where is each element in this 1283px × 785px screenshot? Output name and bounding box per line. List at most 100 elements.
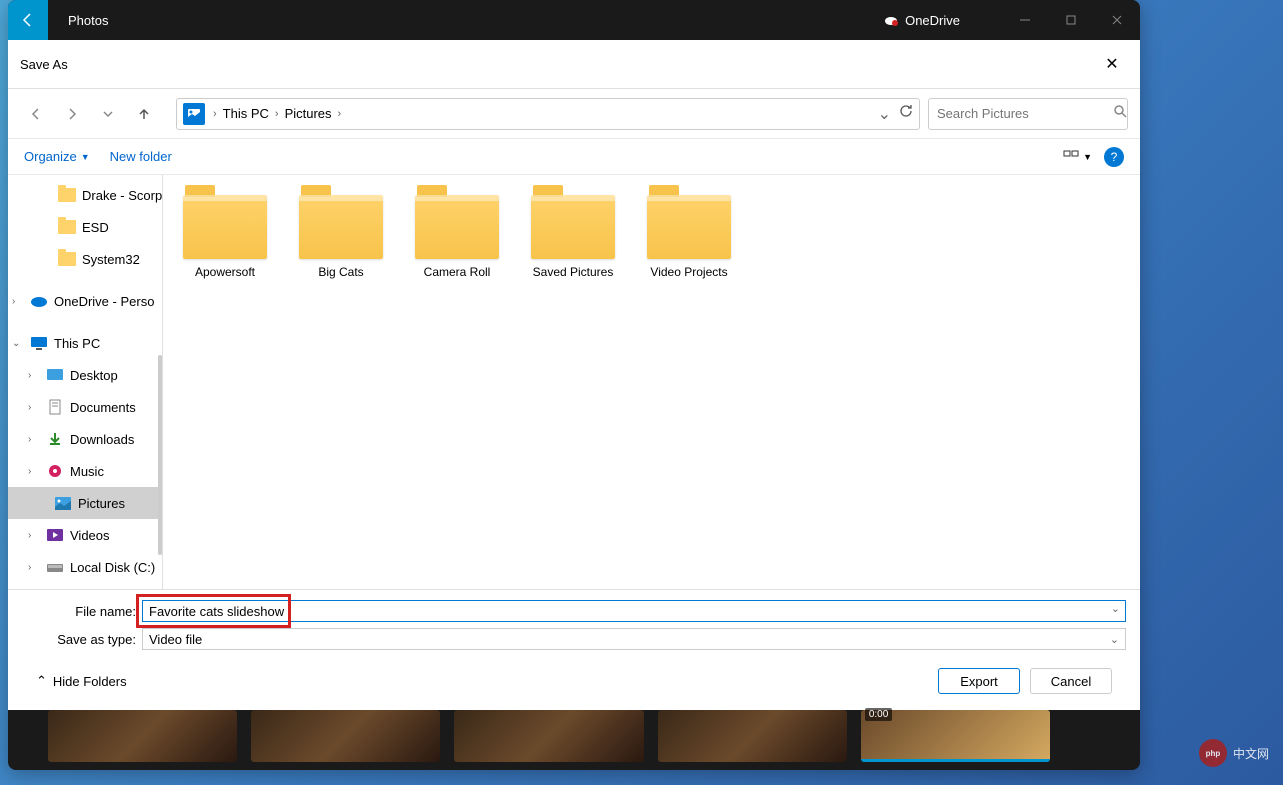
chevron-right-icon[interactable]: › (28, 530, 40, 541)
help-button[interactable]: ? (1104, 147, 1124, 167)
folder-icon (183, 195, 267, 259)
save-as-dialog: Save As ✕ › This PC › Pictures › ⌄ (8, 40, 1140, 710)
tree-item-documents[interactable]: ›Documents (8, 391, 162, 423)
export-button[interactable]: Export (938, 668, 1020, 694)
tree-item-dvd[interactable]: ›DVD Drive (D:) I (8, 583, 162, 589)
chevron-down-icon[interactable]: ⌄ (1111, 602, 1120, 615)
organize-button[interactable]: Organize ▼ (24, 149, 90, 164)
cloud-icon (883, 12, 899, 28)
filename-input[interactable] (142, 600, 1126, 622)
breadcrumb-this-pc[interactable]: This PC (219, 106, 273, 121)
video-thumbnail[interactable] (454, 710, 643, 762)
videos-icon (46, 528, 64, 542)
chevron-right-icon[interactable]: › (28, 562, 40, 573)
titlebar: Photos OneDrive (8, 0, 1140, 40)
chevron-right-icon[interactable]: › (12, 296, 24, 307)
view-mode-button[interactable]: ▼ (1063, 150, 1092, 164)
window-controls (1002, 0, 1140, 40)
nav-forward-button[interactable] (56, 98, 88, 130)
video-thumbnail[interactable] (48, 710, 237, 762)
nav-arrows (20, 98, 160, 130)
folder-item[interactable]: Saved Pictures (527, 191, 619, 285)
breadcrumb-actions: ⌄ (878, 104, 913, 124)
music-icon (46, 464, 64, 478)
tree-item-drake[interactable]: Drake - Scorpio (8, 179, 162, 211)
tree-item-music[interactable]: ›Music (8, 455, 162, 487)
filename-label: File name: (22, 604, 142, 619)
folder-item[interactable]: Apowersoft (179, 191, 271, 285)
search-icon[interactable] (1113, 104, 1127, 123)
chevron-right-icon[interactable]: › (28, 434, 40, 445)
video-thumbnail[interactable] (658, 710, 847, 762)
folder-icon (531, 195, 615, 259)
tree-item-local-disk[interactable]: ›Local Disk (C:) (8, 551, 162, 583)
chevron-down-icon[interactable]: ⌄ (878, 104, 891, 124)
chevron-right-icon[interactable]: › (28, 466, 40, 477)
tree-item-videos[interactable]: ›Videos (8, 519, 162, 551)
hide-folders-button[interactable]: ⌃Hide Folders (36, 673, 127, 689)
back-button[interactable] (8, 0, 48, 40)
documents-icon (46, 400, 64, 414)
folder-icon (58, 252, 76, 266)
video-thumbnail-active[interactable] (861, 710, 1050, 762)
chevron-right-icon[interactable]: › (28, 402, 40, 413)
nav-back-button[interactable] (20, 98, 52, 130)
close-icon: ✕ (1105, 54, 1118, 74)
video-thumbnail[interactable] (251, 710, 440, 762)
onedrive-label: OneDrive (905, 13, 960, 28)
chevron-right-icon: › (273, 108, 281, 120)
nav-recent-button[interactable] (92, 98, 124, 130)
filetype-label: Save as type: (22, 632, 142, 647)
chevron-down-icon[interactable]: ⌄ (12, 338, 24, 349)
chevron-up-icon: ⌃ (36, 673, 47, 689)
tree-item-onedrive[interactable]: ›OneDrive - Perso (8, 285, 162, 317)
dialog-header: Save As ✕ (8, 40, 1140, 89)
watermark: php 中文网 (1199, 739, 1269, 767)
breadcrumb-pictures[interactable]: Pictures (281, 106, 336, 121)
new-folder-button[interactable]: New folder (110, 149, 172, 164)
tree-item-desktop[interactable]: ›Desktop (8, 359, 162, 391)
breadcrumb-bar[interactable]: › This PC › Pictures › ⌄ (176, 98, 920, 130)
downloads-icon (46, 432, 64, 446)
filetype-select[interactable]: Video file⌄ (142, 628, 1126, 650)
folder-item[interactable]: Video Projects (643, 191, 735, 285)
desktop-icon (46, 368, 64, 382)
disk-icon (46, 560, 64, 574)
tree-item-downloads[interactable]: ›Downloads (8, 423, 162, 455)
tree-item-this-pc[interactable]: ⌄This PC (8, 327, 162, 359)
search-input[interactable] (937, 106, 1113, 121)
refresh-icon[interactable] (899, 104, 913, 124)
folder-icon (415, 195, 499, 259)
search-box[interactable] (928, 98, 1128, 130)
chevron-right-icon: › (211, 108, 219, 120)
nav-up-button[interactable] (128, 98, 160, 130)
dialog-footer: File name: ⌄ Save as type: Video file⌄ ⌃… (8, 589, 1140, 710)
folder-icon (58, 220, 76, 234)
chevron-right-icon: › (336, 108, 344, 120)
folder-icon (58, 188, 76, 202)
onedrive-icon (30, 294, 48, 308)
dialog-body: Drake - Scorpio ESD System32 ›OneDrive -… (8, 175, 1140, 589)
tree-item-system32[interactable]: System32 (8, 243, 162, 275)
folder-content[interactable]: Apowersoft Big Cats Camera Roll Saved Pi… (163, 175, 1140, 589)
close-button[interactable] (1094, 0, 1140, 40)
minimize-button[interactable] (1002, 0, 1048, 40)
folder-item[interactable]: Big Cats (295, 191, 387, 285)
watermark-text: 中文网 (1233, 745, 1269, 762)
pictures-icon (54, 496, 72, 510)
video-thumbnail-strip (48, 710, 1050, 762)
onedrive-status[interactable]: OneDrive (883, 12, 960, 28)
dialog-close-button[interactable]: ✕ (1096, 48, 1128, 80)
folder-item[interactable]: Camera Roll (411, 191, 503, 285)
toolbar: Organize ▼ New folder ▼ ? (8, 139, 1140, 175)
button-row: ⌃Hide Folders Export Cancel (22, 656, 1126, 700)
chevron-right-icon[interactable]: › (28, 370, 40, 381)
maximize-button[interactable] (1048, 0, 1094, 40)
cancel-button[interactable]: Cancel (1030, 668, 1112, 694)
folder-icon (647, 195, 731, 259)
filetype-row: Save as type: Video file⌄ (22, 628, 1126, 650)
php-logo-icon: php (1199, 739, 1227, 767)
navigation-tree: Drake - Scorpio ESD System32 ›OneDrive -… (8, 175, 163, 589)
tree-item-pictures[interactable]: Pictures (8, 487, 162, 519)
tree-item-esd[interactable]: ESD (8, 211, 162, 243)
